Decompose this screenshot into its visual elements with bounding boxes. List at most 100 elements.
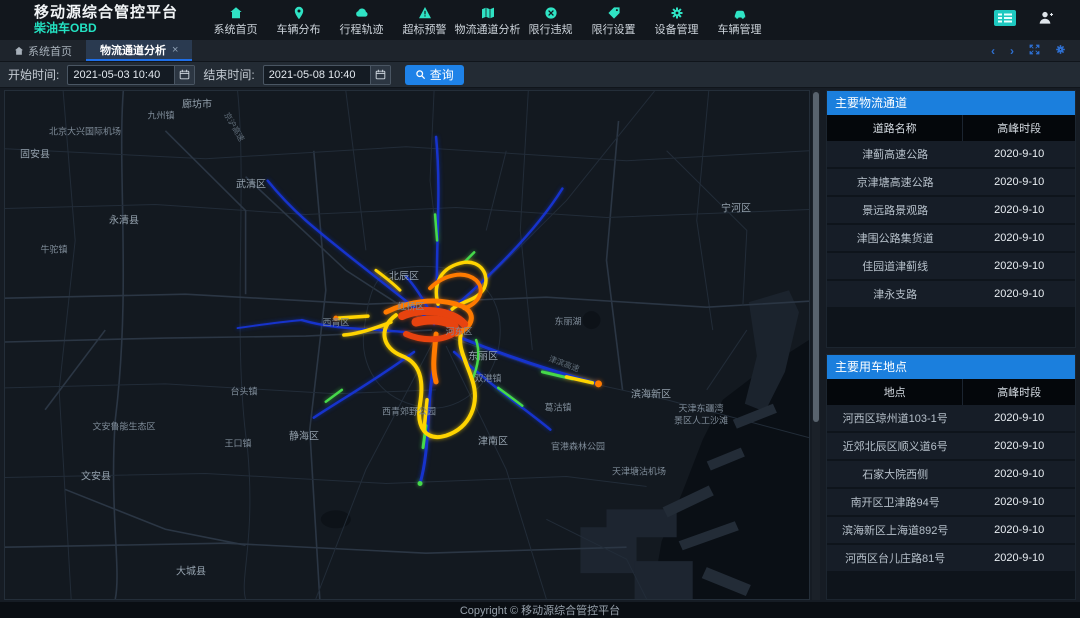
tab-logistics-channel-analysis[interactable]: 物流通道分析 × (86, 40, 192, 61)
table-cell: 京津塘高速公路 (827, 169, 963, 195)
nav-item-logistics-channel[interactable]: 物流通道分析 (456, 4, 519, 37)
table-cell: 2020-9-10 (963, 461, 1075, 487)
user-icon[interactable] (1038, 10, 1054, 31)
table-cell: 2020-9-10 (963, 433, 1075, 459)
end-time-input[interactable] (264, 66, 370, 84)
header-right (994, 10, 1080, 31)
table-cell: 2020-9-10 (963, 253, 1075, 279)
logistics-channels-panel: 主要物流通道 道路名称 高峰时段 津蓟高速公路2020-9-10京津塘高速公路2… (826, 90, 1076, 348)
table-row[interactable]: 京津塘高速公路2020-9-10 (827, 169, 1075, 195)
table-cell: 2020-9-10 (963, 225, 1075, 251)
close-icon[interactable]: × (172, 44, 178, 56)
nav-item-label: 限行违规 (529, 21, 573, 37)
home-tab-icon (14, 46, 24, 56)
nav-item-label: 车辆管理 (718, 21, 762, 37)
fullscreen-icon[interactable] (1029, 44, 1040, 57)
table-cell: 2020-9-10 (963, 489, 1075, 515)
table-row[interactable]: 河西区台儿庄路81号2020-9-10 (827, 545, 1075, 571)
table-cell: 2020-9-10 (963, 517, 1075, 543)
app-subtitle: 柴油车OBD (34, 22, 204, 36)
table-row[interactable]: 近郊北辰区顺义道6号2020-9-10 (827, 433, 1075, 459)
table-row[interactable]: 佳园道津蓟线2020-9-10 (827, 253, 1075, 279)
query-button-label: 查询 (430, 66, 454, 83)
nav-item-home[interactable]: 系统首页 (204, 4, 267, 37)
map-canvas (5, 91, 809, 599)
nav-item-label: 设备管理 (655, 21, 699, 37)
nav-item-label: 限行设置 (592, 21, 636, 37)
panel-title: 主要用车地点 (827, 355, 1075, 379)
nav-item-restriction-violation[interactable]: 限行违规 (519, 4, 582, 37)
route-cloud-icon (355, 4, 369, 20)
calendar-icon[interactable] (370, 66, 390, 84)
tag-icon (607, 4, 621, 20)
chevron-left-icon[interactable]: ‹ (991, 45, 995, 57)
table-row[interactable]: 津蓟高速公路2020-9-10 (827, 141, 1075, 167)
map-icon (481, 4, 495, 20)
table-row[interactable]: 河西区琼州道103-1号2020-9-10 (827, 405, 1075, 431)
nav-item-label: 系统首页 (214, 21, 258, 37)
right-sidebar: 主要物流通道 道路名称 高峰时段 津蓟高速公路2020-9-10京津塘高速公路2… (820, 90, 1080, 600)
query-button[interactable]: 查询 (405, 65, 464, 85)
table-cell: 2020-9-10 (963, 197, 1075, 223)
app-header: 移动源综合管控平台 柴油车OBD 系统首页 车辆分布 行程轨迹 超标预警 物流通… (0, 0, 1080, 40)
panel-title: 主要物流通道 (827, 91, 1075, 115)
table-cell: 2020-9-10 (963, 281, 1075, 307)
tab-controls: ‹ › (991, 44, 1080, 57)
tab-settings-gear-icon[interactable] (1055, 44, 1066, 57)
nav-item-vehicle-distribution[interactable]: 车辆分布 (267, 4, 330, 37)
content-scrollbar[interactable] (812, 90, 820, 600)
table-cell: 2020-9-10 (963, 545, 1075, 571)
nav-item-trip-track[interactable]: 行程轨迹 (330, 4, 393, 37)
app-title: 移动源综合管控平台 (34, 4, 204, 21)
table-row[interactable]: 南开区卫津路94号2020-9-10 (827, 489, 1075, 515)
footer: Copyright © 移动源综合管控平台 (0, 602, 1080, 618)
prohibit-icon (544, 4, 558, 20)
table-row[interactable]: 津永支路2020-9-10 (827, 281, 1075, 307)
filter-bar: 开始时间: 结束时间: 查询 (0, 62, 1080, 88)
start-time-input[interactable] (68, 66, 174, 84)
column-header: 道路名称 (827, 115, 963, 141)
nav-item-label: 物流通道分析 (455, 21, 521, 37)
table-row[interactable]: 石家大院西侧2020-9-10 (827, 461, 1075, 487)
apps-grid-icon[interactable] (994, 10, 1016, 31)
calendar-icon[interactable] (174, 66, 194, 84)
table-cell: 2020-9-10 (963, 169, 1075, 195)
table-cell: 2020-9-10 (963, 141, 1075, 167)
nav-item-vehicle-management[interactable]: 车辆管理 (708, 4, 771, 37)
column-header: 地点 (827, 379, 963, 405)
table-cell: 津蓟高速公路 (827, 141, 963, 167)
scrollbar-thumb[interactable] (813, 92, 819, 422)
end-time-label: 结束时间: (203, 66, 254, 83)
tab-bar: 系统首页 物流通道分析 × ‹ › (0, 40, 1080, 62)
brand-block: 移动源综合管控平台 柴油车OBD (34, 4, 204, 35)
table-header: 地点 高峰时段 (827, 379, 1075, 405)
table-cell: 津围公路集货道 (827, 225, 963, 251)
heatmap-layer (238, 137, 602, 486)
start-time-picker (67, 65, 195, 85)
table-header: 道路名称 高峰时段 (827, 115, 1075, 141)
table-row[interactable]: 津围公路集货道2020-9-10 (827, 225, 1075, 251)
tab-label: 物流通道分析 (100, 42, 166, 58)
main-content: 廊坊市九州镇京沪高速北京大兴国际机场固安县武清区宁河区永清县牛驼镇北辰区红桥区西… (0, 88, 1080, 602)
table-row[interactable]: 滨海新区上海道892号2020-9-10 (827, 517, 1075, 543)
heatmap-map[interactable]: 廊坊市九州镇京沪高速北京大兴国际机场固安县武清区宁河区永清县牛驼镇北辰区红桥区西… (4, 90, 810, 600)
logistics-channels-table: 津蓟高速公路2020-9-10京津塘高速公路2020-9-10景远路景观路202… (827, 141, 1075, 347)
nav-item-label: 车辆分布 (277, 21, 321, 37)
map-pin-icon (292, 4, 306, 20)
tab-label: 系统首页 (28, 43, 72, 59)
table-cell: 2020-9-10 (963, 405, 1075, 431)
home-icon (229, 4, 243, 20)
search-icon (415, 69, 426, 80)
table-cell: 景远路景观路 (827, 197, 963, 223)
vehicle-locations-panel: 主要用车地点 地点 高峰时段 河西区琼州道103-1号2020-9-10近郊北辰… (826, 354, 1076, 600)
nav-item-restriction-settings[interactable]: 限行设置 (582, 4, 645, 37)
tab-system-home[interactable]: 系统首页 (0, 40, 86, 61)
chevron-right-icon[interactable]: › (1010, 45, 1014, 57)
water-layer (321, 290, 809, 599)
nav-item-overlimit-alert[interactable]: 超标预警 (393, 4, 456, 37)
table-cell: 河西区琼州道103-1号 (827, 405, 963, 431)
nav-item-label: 超标预警 (403, 21, 447, 37)
nav-item-device-management[interactable]: 设备管理 (645, 4, 708, 37)
start-time-label: 开始时间: (8, 66, 59, 83)
table-row[interactable]: 景远路景观路2020-9-10 (827, 197, 1075, 223)
